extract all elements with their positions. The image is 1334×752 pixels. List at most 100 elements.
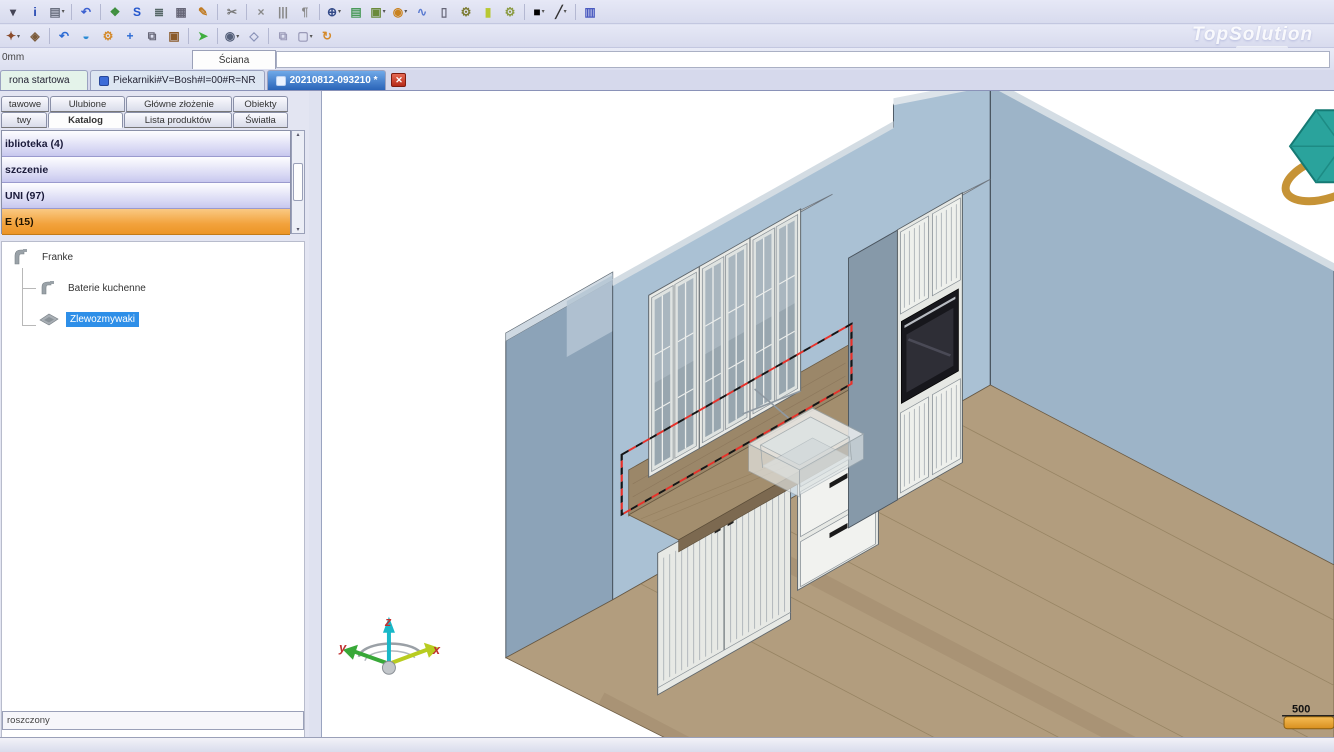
undo-icon[interactable]: ↶ — [75, 2, 97, 22]
toolbar-separator[interactable] — [214, 3, 221, 21]
category-biblioteka[interactable]: iblioteka (4) — [2, 131, 290, 157]
move-icon[interactable]: + — [119, 26, 141, 46]
copy-icon[interactable]: ⧉ — [141, 26, 163, 46]
flip-arrow-icon[interactable]: ↶ — [53, 26, 75, 46]
toolbar-separator[interactable] — [68, 3, 75, 21]
image-frame-icon[interactable]: ▤ — [345, 2, 367, 22]
wall-property-input[interactable] — [276, 51, 1330, 68]
scroll-up-icon[interactable]: ▴ — [296, 131, 299, 138]
close-tab-button[interactable]: ✕ — [391, 73, 406, 87]
dropdown-arrow-icon[interactable]: ▾ — [404, 8, 407, 15]
bolt-icon[interactable]: ⚙ — [455, 2, 477, 22]
toolbar-icon: ▤ — [350, 6, 361, 18]
scrollbar-thumb[interactable] — [293, 163, 303, 201]
page-icon[interactable]: ▢▾ — [294, 26, 316, 46]
zoom-plus-icon[interactable]: ⊕▾ — [323, 2, 345, 22]
material-icon[interactable]: ❖ — [104, 2, 126, 22]
tab-glowne-zlozenie[interactable]: Główne złożenie — [126, 96, 232, 112]
tree-item-franke[interactable]: Franke — [10, 246, 77, 268]
bolt2-icon[interactable]: ⚙ — [499, 2, 521, 22]
cylinder-icon[interactable]: ▯ — [433, 2, 455, 22]
panel-splitter[interactable] — [309, 91, 321, 737]
toolbar-separator[interactable] — [316, 3, 323, 21]
tree-item-baterie-kuchenne[interactable]: Baterie kuchenne — [38, 278, 150, 298]
brush-icon[interactable]: ✎ — [192, 2, 214, 22]
dropdown-arrow-icon[interactable]: ▾ — [62, 8, 65, 15]
tab-lista-produktow[interactable]: Lista produktów — [124, 112, 232, 128]
tab-piekarniki[interactable]: Piekarniki#V=Bosh#I=00#R=NR — [90, 70, 265, 90]
toolbar-icon: ▥ — [584, 6, 595, 18]
toolbar-separator[interactable] — [521, 3, 528, 21]
tab-obiekty[interactable]: Obiekty — [233, 96, 288, 112]
toolbar-separator[interactable] — [572, 3, 579, 21]
category-scrollbar[interactable]: ▴ ▾ — [291, 130, 305, 234]
dropdown-arrow-icon[interactable]: ▾ — [383, 8, 386, 15]
perspective-box-icon[interactable]: ◇ — [243, 26, 265, 46]
tab-podstawowe[interactable]: tawowe — [1, 96, 49, 112]
wrench-icon[interactable]: ⚙ — [97, 26, 119, 46]
category-e[interactable]: E (15) — [2, 209, 290, 235]
status-bar — [0, 737, 1334, 752]
toolbar-separator[interactable] — [46, 27, 53, 45]
notes-icon[interactable]: ▥ — [579, 2, 601, 22]
wall-field-label[interactable]: Ściana — [192, 50, 276, 69]
category-uni[interactable]: UNI (97) — [2, 183, 290, 209]
toolbar-separator[interactable] — [265, 27, 272, 45]
tab-start-page[interactable]: rona startowa — [0, 70, 88, 90]
cabinet-icon[interactable]: ▣ — [163, 26, 185, 46]
tab-warstwy[interactable]: twy — [1, 112, 47, 128]
viewport-3d[interactable]: z y x 500 — [321, 91, 1334, 737]
delete-icon[interactable]: × — [250, 2, 272, 22]
spline-icon[interactable]: S — [126, 2, 148, 22]
toolbar-separator[interactable] — [214, 27, 221, 45]
tab-katalog[interactable]: Katalog — [48, 112, 123, 128]
dropdown-arrow-icon[interactable]: ▾ — [338, 8, 341, 15]
view-eye-icon[interactable]: ◉▾ — [221, 26, 243, 46]
toolbar-icon: ◒ — [82, 30, 89, 42]
toolbar-icon: ✎ — [198, 6, 208, 18]
tree-item-zlewozmywaki[interactable]: Zlewozmywaki — [38, 310, 139, 328]
spray-icon[interactable]: ∿ — [411, 2, 433, 22]
toolbar-row-1: ▾i▤▾↶❖S≣▦✎✂×|||¶⊕▾▤▣▾◉▾∿▯⚙▮⚙■▾╱▾▥ — [0, 0, 1334, 24]
tab-ulubione[interactable]: Ulubione — [50, 96, 125, 112]
dropdown-arrow-icon[interactable]: ▾ — [310, 33, 313, 40]
scroll-down-icon[interactable]: ▾ — [296, 226, 299, 233]
category-szczenie[interactable]: szczenie — [2, 157, 290, 183]
bucket-icon[interactable]: ◒ — [75, 26, 97, 46]
dropdown-arrow-icon[interactable]: ▾ — [564, 8, 567, 15]
toolbar-separator[interactable] — [185, 27, 192, 45]
hook-icon[interactable]: ↻ — [316, 26, 338, 46]
panel-grid-icon[interactable]: ▦ — [170, 2, 192, 22]
dropdown-arrow-icon[interactable]: ▾ — [236, 33, 239, 40]
toolbar-separator[interactable] — [243, 3, 250, 21]
line-style-icon[interactable]: ╱▾ — [550, 2, 572, 22]
dropdown-arrow-icon[interactable]: ▾ — [542, 8, 545, 15]
info-icon[interactable]: i — [24, 2, 46, 22]
layers-icon[interactable]: ⧉ — [272, 26, 294, 46]
sink-icon — [38, 310, 60, 328]
color-swatch-icon[interactable]: ■▾ — [528, 2, 550, 22]
bottle-icon[interactable]: ▮ — [477, 2, 499, 22]
adjust-sliders-icon[interactable]: ≣ — [148, 2, 170, 22]
toolbar-icon: ▦ — [175, 6, 186, 18]
paint-bucket-icon[interactable]: ◉▾ — [389, 2, 411, 22]
tab-swiatla[interactable]: Światła — [233, 112, 288, 128]
dropdown-arrow-icon[interactable]: ▾ — [17, 33, 20, 40]
tool-dropdown-partial[interactable]: ▾ — [2, 2, 24, 22]
walk-person-icon[interactable]: ➤ — [192, 26, 214, 46]
tab-label: 20210812-093210 * — [290, 75, 378, 86]
columns-icon[interactable]: ||| — [272, 2, 294, 22]
tab-current-project[interactable]: 20210812-093210 * — [267, 70, 387, 90]
image-star-icon[interactable]: ▣▾ — [367, 2, 389, 22]
stamp-icon[interactable]: ◈ — [24, 26, 46, 46]
panel-tab-row-2: twyKatalogLista produktówŚwiatła — [1, 112, 289, 128]
scissors-icon[interactable]: ✂ — [221, 2, 243, 22]
toolbar-icon: ⚙ — [103, 30, 114, 42]
print-icon[interactable]: ▤▾ — [46, 2, 68, 22]
toolbar-separator[interactable] — [97, 3, 104, 21]
paragraph-icon[interactable]: ¶ — [294, 2, 316, 22]
toolbar-icon: ≣ — [154, 6, 164, 18]
corner-object[interactable] — [1280, 110, 1334, 210]
hammer-tool-icon[interactable]: ✦▾ — [2, 26, 24, 46]
axis-orientation-widget[interactable]: z y x — [338, 614, 441, 674]
